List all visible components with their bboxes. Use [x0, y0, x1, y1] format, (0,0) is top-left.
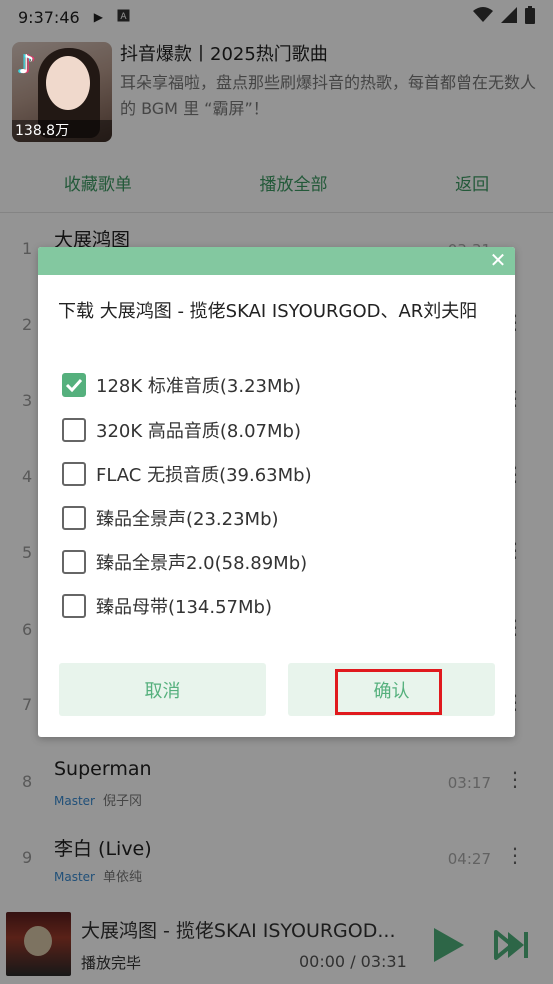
checkbox[interactable]	[62, 418, 86, 442]
quality-option-spatial-2[interactable]: 臻品全景声2.0(58.89Mb)	[62, 548, 307, 576]
confirm-highlight-box	[335, 669, 442, 715]
option-label: 臻品全景声2.0(58.89Mb)	[96, 553, 308, 574]
dialog-header: ✕	[38, 247, 515, 275]
checkbox[interactable]	[62, 594, 86, 618]
close-icon[interactable]: ✕	[487, 249, 509, 271]
download-quality-dialog: ✕ 下载 大展鸿图 - 揽佬SKAI ISYOURGOD、AR刘夫阳 128K …	[38, 247, 515, 737]
douyin-logo-icon: ♪	[18, 50, 35, 80]
quality-option-flac[interactable]: FLAC 无损音质(39.63Mb)	[62, 460, 312, 488]
checkbox[interactable]	[62, 462, 86, 486]
quality-option-master[interactable]: 臻品母带(134.57Mb)	[62, 592, 272, 620]
checkbox[interactable]	[62, 550, 86, 574]
quality-option-spatial[interactable]: 臻品全景声(23.23Mb)	[62, 504, 279, 532]
cancel-button[interactable]: 取消	[59, 663, 266, 716]
option-label: 320K 高品音质(8.07Mb)	[96, 421, 301, 442]
play-count: 138.8万	[12, 120, 112, 142]
dialog-message: 下载 大展鸿图 - 揽佬SKAI ISYOURGOD、AR刘夫阳	[58, 301, 478, 322]
option-label: FLAC 无损音质(39.63Mb)	[96, 465, 312, 486]
option-label: 臻品母带(134.57Mb)	[96, 597, 272, 618]
checkbox-checked[interactable]	[62, 373, 86, 397]
quality-option-128k[interactable]: 128K 标准音质(3.23Mb)	[62, 371, 301, 399]
option-label: 128K 标准音质(3.23Mb)	[96, 376, 301, 397]
checkbox[interactable]	[62, 506, 86, 530]
option-label: 臻品全景声(23.23Mb)	[96, 509, 279, 530]
quality-option-320k[interactable]: 320K 高品音质(8.07Mb)	[62, 416, 301, 444]
